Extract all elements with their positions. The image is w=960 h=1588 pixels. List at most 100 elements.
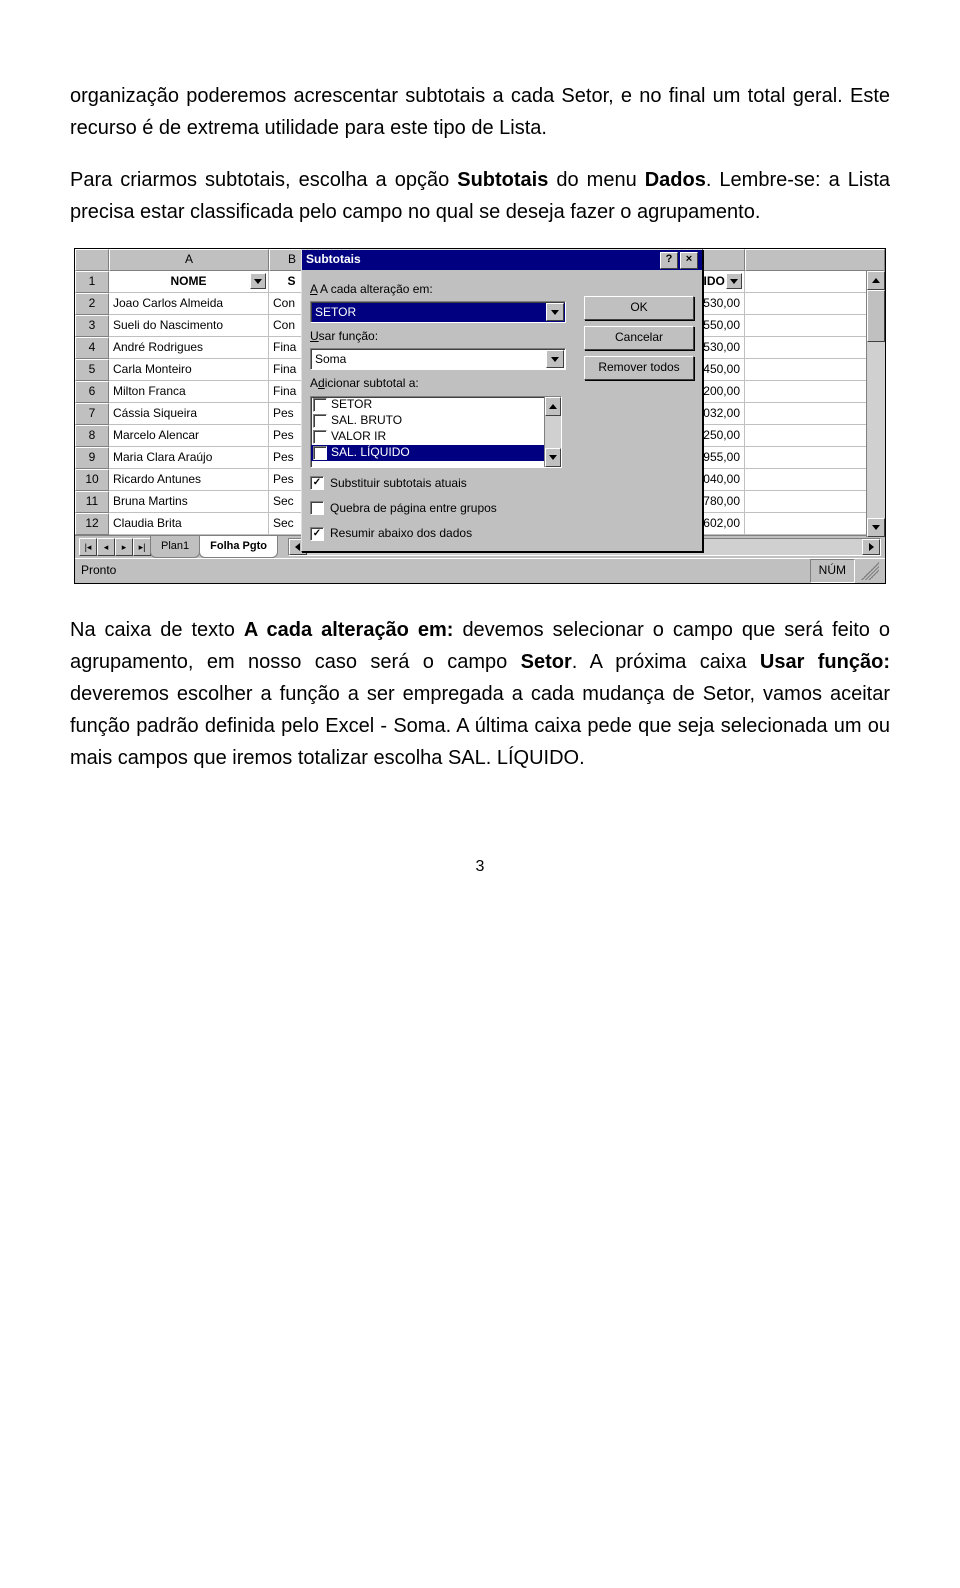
close-icon[interactable]: ×	[680, 252, 698, 269]
cell	[745, 293, 885, 315]
cell	[745, 425, 885, 447]
checkbox-icon[interactable]	[310, 501, 324, 515]
chevron-down-icon[interactable]	[546, 350, 564, 368]
cell	[745, 359, 885, 381]
cell-nome[interactable]: Maria Clara Araújo	[109, 447, 269, 469]
help-icon[interactable]: ?	[660, 252, 678, 269]
tab-folha-pgto[interactable]: Folha Pgto	[199, 536, 278, 559]
scroll-thumb[interactable]	[867, 290, 885, 342]
cell	[745, 447, 885, 469]
tab-plan1[interactable]: Plan1	[150, 536, 200, 559]
tab-last-icon[interactable]: ▸|	[133, 538, 151, 556]
colhdr-spacer	[745, 249, 885, 271]
p2-a: Para criarmos subtotais, escolha a opção	[70, 169, 457, 191]
rowhdr[interactable]: 7	[75, 403, 109, 425]
scroll-up-icon[interactable]	[545, 397, 561, 416]
listbox-add-subtotal[interactable]: SETOR SAL. BRUTO VALOR IR SAL. LÍQUIDO	[310, 396, 562, 468]
cell-nome[interactable]: Milton Franca	[109, 381, 269, 403]
rowhdr[interactable]: 1	[75, 271, 109, 293]
cell	[745, 513, 885, 535]
dialog-titlebar[interactable]: Subtotais ? ×	[302, 250, 702, 270]
checkbox-icon[interactable]	[313, 430, 327, 444]
checkbox-replace[interactable]: Substituir subtotais atuais	[310, 474, 694, 493]
cancel-button[interactable]: Cancelar	[584, 326, 694, 350]
scroll-right-icon[interactable]	[862, 539, 880, 555]
checkbox-label: Resumir abaixo dos dados	[330, 524, 472, 543]
checkbox-icon[interactable]	[310, 476, 324, 490]
paragraph-1: organização poderemos acrescentar subtot…	[70, 80, 890, 144]
p3-g: deveremos escolher a função a ser empreg…	[70, 683, 890, 769]
cell-spacer	[745, 271, 885, 293]
rowhdr[interactable]: 11	[75, 491, 109, 513]
header-nome[interactable]: NOME	[109, 271, 269, 293]
remove-all-button[interactable]: Remover todos	[584, 356, 694, 380]
tab-first-icon[interactable]: |◂	[79, 538, 97, 556]
rowhdr[interactable]: 4	[75, 337, 109, 359]
tab-next-icon[interactable]: ▸	[115, 538, 133, 556]
cell	[745, 381, 885, 403]
listbox-scrollbar[interactable]	[544, 397, 561, 467]
p2-c: do menu	[548, 169, 644, 191]
page-number: 3	[70, 854, 890, 880]
vertical-scrollbar[interactable]	[866, 271, 885, 537]
subtotals-dialog: Subtotais ? × A A cada alteração em: SET…	[301, 249, 703, 552]
cell-nome[interactable]: Marcelo Alencar	[109, 425, 269, 447]
tab-prev-icon[interactable]: ◂	[97, 538, 115, 556]
p2-bold-dados: Dados	[645, 169, 706, 191]
p3-a: Na caixa de texto	[70, 619, 244, 641]
filter-icon[interactable]	[250, 273, 266, 289]
checkbox-icon[interactable]	[313, 414, 327, 428]
cell	[745, 403, 885, 425]
cell	[745, 469, 885, 491]
cell-nome[interactable]: Bruna Martins	[109, 491, 269, 513]
checkbox-label: Substituir subtotais atuais	[330, 474, 467, 493]
checkbox-label: Quebra de página entre grupos	[330, 499, 497, 518]
scroll-track[interactable]	[867, 342, 885, 518]
cell-nome[interactable]: Sueli do Nascimento	[109, 315, 269, 337]
status-text: Pronto	[81, 561, 116, 580]
p3-bold-alteracao: A cada alteração em:	[244, 619, 454, 641]
cell	[745, 491, 885, 513]
resize-grip-icon[interactable]	[861, 562, 879, 580]
cell-nome[interactable]: Ricardo Antunes	[109, 469, 269, 491]
numlock-indicator: NÚM	[810, 559, 855, 582]
list-item[interactable]: SAL. LÍQUIDO	[311, 445, 561, 461]
cell-nome[interactable]: André Rodrigues	[109, 337, 269, 359]
checkbox-summary[interactable]: Resumir abaixo dos dados	[310, 524, 694, 543]
paragraph-2: Para criarmos subtotais, escolha a opção…	[70, 164, 890, 228]
cell	[745, 337, 885, 359]
filter-icon[interactable]	[726, 273, 742, 289]
rowhdr[interactable]: 2	[75, 293, 109, 315]
list-item-label: SAL. LÍQUIDO	[331, 443, 410, 462]
cell-nome[interactable]: Joao Carlos Almeida	[109, 293, 269, 315]
rowhdr[interactable]: 9	[75, 447, 109, 469]
chevron-down-icon[interactable]	[546, 303, 564, 321]
rowhdr[interactable]: 10	[75, 469, 109, 491]
combo-each-value: SETOR	[315, 303, 356, 322]
checkbox-icon[interactable]	[313, 446, 327, 460]
checkbox-icon[interactable]	[310, 527, 324, 541]
p3-bold-setor: Setor	[521, 651, 572, 673]
checkbox-pagebreak[interactable]: Quebra de página entre grupos	[310, 499, 694, 518]
scroll-down-icon[interactable]	[867, 518, 885, 537]
cell-nome[interactable]: Carla Monteiro	[109, 359, 269, 381]
excel-screenshot: A B C D E 1 NOME S SAL. LÍQUIDO 2 Joao C…	[74, 248, 886, 584]
cell-nome[interactable]: Cássia Siqueira	[109, 403, 269, 425]
rowhdr[interactable]: 12	[75, 513, 109, 535]
combo-use-function[interactable]: Soma	[310, 348, 566, 370]
p2-bold-subtotais: Subtotais	[457, 169, 548, 191]
rowhdr[interactable]: 5	[75, 359, 109, 381]
rowhdr[interactable]: 8	[75, 425, 109, 447]
combo-each-change[interactable]: SETOR	[310, 301, 566, 323]
colhdr-a[interactable]: A	[109, 249, 269, 271]
header-nome-label: NOME	[171, 272, 207, 291]
checkbox-icon[interactable]	[313, 398, 327, 412]
scroll-up-icon[interactable]	[867, 271, 885, 290]
rowhdr[interactable]: 6	[75, 381, 109, 403]
ok-button[interactable]: OK	[584, 296, 694, 320]
scroll-down-icon[interactable]	[545, 448, 561, 467]
p3-bold-usar-funcao: Usar função:	[760, 651, 890, 673]
select-all[interactable]	[75, 249, 109, 271]
cell-nome[interactable]: Claudia Brita	[109, 513, 269, 535]
rowhdr[interactable]: 3	[75, 315, 109, 337]
